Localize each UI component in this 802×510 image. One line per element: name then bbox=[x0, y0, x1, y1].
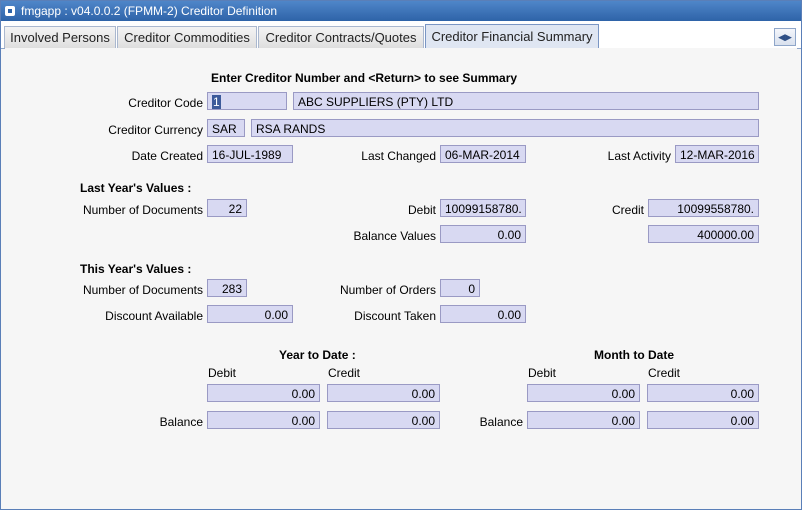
ytd-balance-debit-field: 0.00 bbox=[207, 411, 320, 429]
mtd-debit-field: 0.00 bbox=[527, 384, 640, 402]
tab-creditor-contracts-quotes[interactable]: Creditor Contracts/Quotes bbox=[258, 26, 424, 48]
tab-bar: Involved Persons Creditor Commodities Cr… bbox=[1, 21, 801, 49]
creditor-currency-label: Creditor Currency bbox=[108, 123, 203, 137]
creditor-code-label: Creditor Code bbox=[128, 96, 203, 110]
mtd-credit-label: Credit bbox=[648, 366, 681, 380]
tab-scroll-arrows-icon[interactable]: ◀▶ bbox=[774, 28, 796, 46]
date-created-field: 16-JUL-1989 bbox=[207, 145, 293, 163]
mtd-balance-credit-field: 0.00 bbox=[647, 411, 759, 429]
last-year-debit-label: Debit bbox=[407, 203, 436, 217]
creditor-definition-window: fmgapp : v04.0.0.2 (FPMM-2) Creditor Def… bbox=[0, 0, 802, 510]
mtd-debit-label: Debit bbox=[528, 366, 557, 380]
discount-taken-label: Discount Taken bbox=[354, 309, 436, 323]
form-heading: Enter Creditor Number and <Return> to se… bbox=[211, 71, 518, 85]
ytd-debit-field: 0.00 bbox=[207, 384, 320, 402]
tab-creditor-commodities[interactable]: Creditor Commodities bbox=[117, 26, 257, 48]
ytd-balance-label: Balance bbox=[159, 415, 203, 429]
date-created-label: Date Created bbox=[131, 149, 203, 163]
ytd-debit-label: Debit bbox=[208, 366, 237, 380]
last-year-num-documents-label: Number of Documents bbox=[82, 203, 203, 217]
title-bar: fmgapp : v04.0.0.2 (FPMM-2) Creditor Def… bbox=[1, 1, 801, 21]
this-year-heading: This Year's Values : bbox=[80, 262, 192, 276]
ytd-credit-field: 0.00 bbox=[327, 384, 440, 402]
year-to-date-heading: Year to Date : bbox=[279, 348, 356, 362]
last-changed-label: Last Changed bbox=[361, 149, 436, 163]
last-year-balance-debit-field: 0.00 bbox=[440, 225, 526, 243]
app-icon bbox=[5, 6, 15, 16]
last-year-debit-field: 10099158780. bbox=[440, 199, 526, 217]
last-year-balance-label: Balance Values bbox=[353, 229, 437, 243]
last-year-heading: Last Year's Values : bbox=[80, 181, 192, 195]
last-year-credit-field: 10099558780. bbox=[648, 199, 759, 217]
financial-summary-panel: Enter Creditor Number and <Return> to se… bbox=[5, 48, 797, 505]
tab-involved-persons[interactable]: Involved Persons bbox=[4, 26, 116, 48]
creditor-code-input[interactable]: 1 bbox=[207, 92, 287, 110]
discount-available-field: 0.00 bbox=[207, 305, 293, 323]
this-year-num-orders-label: Number of Orders bbox=[339, 283, 436, 297]
tab-creditor-financial-summary[interactable]: Creditor Financial Summary bbox=[425, 24, 599, 49]
creditor-currency-name-field: RSA RANDS bbox=[251, 119, 759, 137]
discount-available-label: Discount Available bbox=[105, 309, 203, 323]
ytd-balance-credit-field: 0.00 bbox=[327, 411, 440, 429]
mtd-balance-label: Balance bbox=[479, 415, 523, 429]
month-to-date-heading: Month to Date bbox=[594, 348, 674, 362]
last-changed-field: 06-MAR-2014 bbox=[440, 145, 526, 163]
discount-taken-field: 0.00 bbox=[440, 305, 526, 323]
last-year-credit-label: Credit bbox=[611, 203, 644, 217]
this-year-num-documents-field: 283 bbox=[207, 279, 247, 297]
creditor-name-field: ABC SUPPLIERS (PTY) LTD bbox=[293, 92, 759, 110]
this-year-num-documents-label: Number of Documents bbox=[82, 283, 203, 297]
window-title: fmgapp : v04.0.0.2 (FPMM-2) Creditor Def… bbox=[21, 4, 278, 18]
last-year-balance-credit-field: 400000.00 bbox=[648, 225, 759, 243]
creditor-currency-code-field[interactable]: SAR bbox=[207, 119, 245, 137]
last-activity-label: Last Activity bbox=[607, 149, 671, 163]
last-year-num-documents-field: 22 bbox=[207, 199, 247, 217]
ytd-credit-label: Credit bbox=[328, 366, 361, 380]
last-activity-field: 12-MAR-2016 bbox=[675, 145, 759, 163]
mtd-balance-debit-field: 0.00 bbox=[527, 411, 640, 429]
this-year-num-orders-field: 0 bbox=[440, 279, 480, 297]
mtd-credit-field: 0.00 bbox=[647, 384, 759, 402]
